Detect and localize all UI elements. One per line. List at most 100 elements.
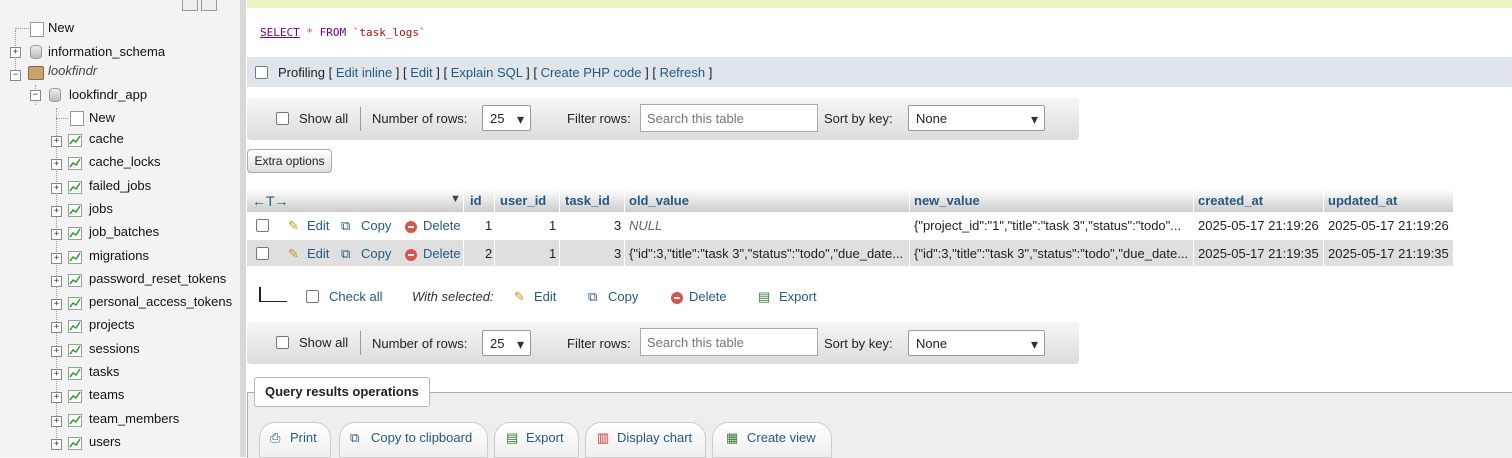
bulk-edit-button[interactable]: Edit xyxy=(534,289,556,304)
sidebar-table-item[interactable]: teams xyxy=(89,387,124,402)
show-all-checkbox[interactable] xyxy=(276,112,289,125)
sidebar-table-item[interactable]: sessions xyxy=(89,341,140,356)
check-all-checkbox[interactable] xyxy=(306,290,319,303)
expand-icon[interactable]: + xyxy=(51,183,62,194)
cell-id[interactable]: 2 xyxy=(485,246,492,261)
sidebar-table-item[interactable]: failed_jobs xyxy=(89,178,151,193)
row-delete-link[interactable]: Delete xyxy=(423,218,461,233)
expand-icon[interactable]: + xyxy=(51,276,62,287)
column-arrows-icon[interactable]: ←T→ xyxy=(252,193,289,209)
sidebar-table-item[interactable]: cache_locks xyxy=(89,154,161,169)
explain-sql-link[interactable]: Explain SQL xyxy=(451,65,523,80)
sql-keyword-select[interactable]: SELECT xyxy=(260,26,300,39)
bulk-export-button[interactable]: Export xyxy=(779,289,817,304)
print-label[interactable]: Print xyxy=(290,430,317,445)
new-table-link[interactable]: New xyxy=(89,110,115,125)
expand-icon[interactable]: + xyxy=(51,322,62,333)
bulk-delete-button[interactable]: Delete xyxy=(689,289,727,304)
expand-icon[interactable]: + xyxy=(51,392,62,403)
expand-icon[interactable]: + xyxy=(51,369,62,380)
new-database-link[interactable]: New xyxy=(48,20,74,35)
cell-created-at[interactable]: 2025-05-17 21:19:26 xyxy=(1198,218,1319,233)
column-header-new-value[interactable]: new_value xyxy=(914,193,980,208)
column-header-user-id[interactable]: user_id xyxy=(500,193,546,208)
cell-created-at[interactable]: 2025-05-17 21:19:35 xyxy=(1198,246,1319,261)
expand-icon[interactable]: + xyxy=(10,47,21,58)
sidebar-resizer[interactable] xyxy=(240,0,246,457)
edit-link[interactable]: Edit xyxy=(410,65,432,80)
expand-icon[interactable]: + xyxy=(51,136,62,147)
row-checkbox[interactable] xyxy=(256,247,269,260)
db-group-lookfindr[interactable]: lookfindr xyxy=(48,63,97,78)
cell-updated-at[interactable]: 2025-05-17 21:19:26 xyxy=(1328,218,1449,233)
create-view-label[interactable]: Create view xyxy=(747,430,816,445)
show-all-checkbox[interactable] xyxy=(276,336,289,349)
row-edit-link[interactable]: Edit xyxy=(307,246,329,261)
row-copy-link[interactable]: Copy xyxy=(361,218,391,233)
expand-icon[interactable]: + xyxy=(51,206,62,217)
profiling-checkbox[interactable] xyxy=(255,66,268,79)
column-header-created-at[interactable]: created_at xyxy=(1198,193,1263,208)
row-copy-link[interactable]: Copy xyxy=(361,246,391,261)
extra-options-button[interactable]: Extra options xyxy=(247,149,332,173)
column-dropdown-icon[interactable]: ▼ xyxy=(450,193,461,205)
expand-icon[interactable]: + xyxy=(51,416,62,427)
column-header-old-value[interactable]: old_value xyxy=(629,193,689,208)
create-php-code-link[interactable]: Create PHP code xyxy=(541,65,642,80)
refresh-link[interactable]: Refresh xyxy=(660,65,706,80)
edit-inline-link[interactable]: Edit inline xyxy=(336,65,392,80)
display-chart-label[interactable]: Display chart xyxy=(617,430,692,445)
cell-old-value[interactable]: NULL xyxy=(629,218,662,233)
column-header-updated-at[interactable]: updated_at xyxy=(1328,193,1397,208)
db-information-schema[interactable]: information_schema xyxy=(48,44,165,59)
database-icon xyxy=(30,45,42,59)
cell-updated-at[interactable]: 2025-05-17 21:19:35 xyxy=(1328,246,1449,261)
sidebar-table-item[interactable]: projects xyxy=(89,317,135,332)
sidebar-table-item[interactable]: personal_access_tokens xyxy=(89,294,232,309)
sort-label: Sort by key: xyxy=(824,111,893,126)
cell-new-value[interactable]: {"project_id":"1","title":"task 3","stat… xyxy=(914,218,1181,233)
cell-user-id[interactable]: 1 xyxy=(549,218,556,233)
cell-new-value[interactable]: {"id":3,"title":"task 3","status":"todo"… xyxy=(914,246,1190,261)
column-header-task-id[interactable]: task_id xyxy=(565,193,610,208)
sort-select[interactable]: None xyxy=(908,105,1045,132)
filter-input[interactable]: Search this table xyxy=(640,104,818,132)
sidebar-table-item[interactable]: cache xyxy=(89,131,124,146)
collapse-icon[interactable]: − xyxy=(10,70,21,81)
expand-icon[interactable]: + xyxy=(51,253,62,264)
cell-task-id[interactable]: 3 xyxy=(614,246,621,261)
row-checkbox[interactable] xyxy=(256,219,269,232)
rows-select[interactable]: 25 xyxy=(482,105,531,132)
cell-user-id[interactable]: 1 xyxy=(549,246,556,261)
sidebar-table-item[interactable]: password_reset_tokens xyxy=(89,271,226,286)
cell-task-id[interactable]: 3 xyxy=(614,218,621,233)
cell-old-value[interactable]: {"id":3,"title":"task 3","status":"todo"… xyxy=(629,246,905,261)
navigation-sidebar: New + information_schema − lookfindr − l… xyxy=(0,0,241,457)
expand-icon[interactable]: + xyxy=(51,159,62,170)
collapse-icon[interactable]: − xyxy=(30,90,41,101)
expand-icon[interactable]: + xyxy=(51,229,62,240)
export-label[interactable]: Export xyxy=(526,430,564,445)
sidebar-table-item[interactable]: job_batches xyxy=(89,224,159,239)
collapse-icon[interactable] xyxy=(182,0,198,11)
filter-input[interactable]: Search this table xyxy=(640,328,818,356)
link-icon[interactable] xyxy=(201,0,217,11)
row-edit-link[interactable]: Edit xyxy=(307,218,329,233)
rows-select[interactable]: 25 xyxy=(482,330,531,357)
sidebar-table-item[interactable]: team_members xyxy=(89,411,179,426)
sidebar-table-item[interactable]: users xyxy=(89,434,121,449)
cell-id[interactable]: 1 xyxy=(485,218,492,233)
row-delete-link[interactable]: Delete xyxy=(423,246,461,261)
expand-icon[interactable]: + xyxy=(51,346,62,357)
sidebar-table-item[interactable]: migrations xyxy=(89,248,149,263)
copy-to-clipboard-label[interactable]: Copy to clipboard xyxy=(371,430,472,445)
column-header-id[interactable]: id xyxy=(470,193,482,208)
bulk-copy-button[interactable]: Copy xyxy=(608,289,638,304)
expand-icon[interactable]: + xyxy=(51,299,62,310)
db-lookfindr-app[interactable]: lookfindr_app xyxy=(69,87,147,102)
check-all-label[interactable]: Check all xyxy=(329,289,382,304)
sidebar-table-item[interactable]: jobs xyxy=(89,201,113,216)
sidebar-table-item[interactable]: tasks xyxy=(89,364,119,379)
sort-select[interactable]: None xyxy=(908,330,1045,357)
expand-icon[interactable]: + xyxy=(51,439,62,450)
